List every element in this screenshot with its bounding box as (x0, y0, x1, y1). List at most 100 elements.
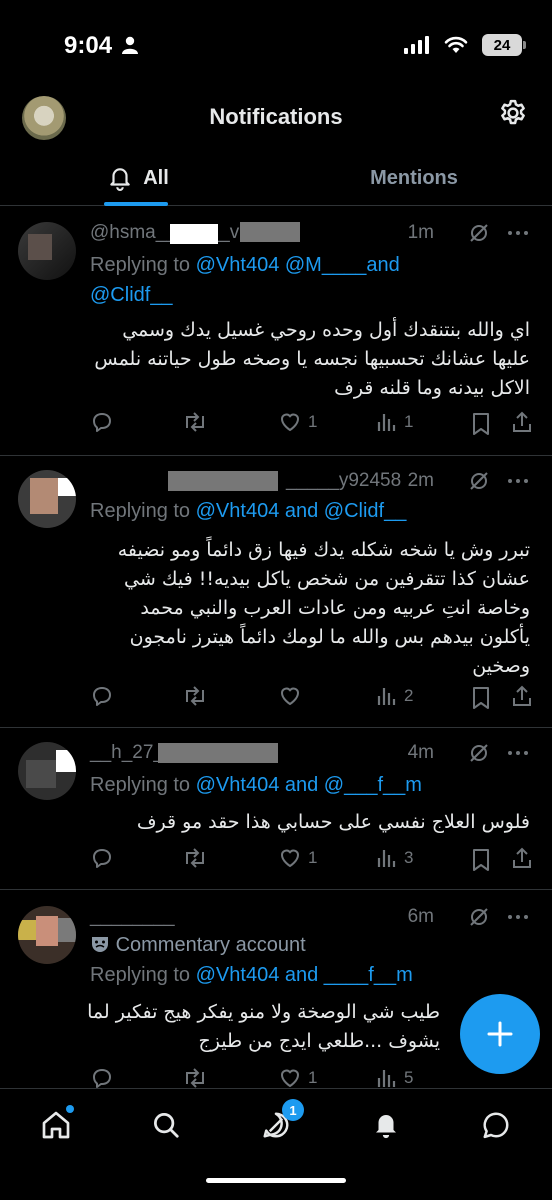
views-count: 5 (404, 1068, 414, 1087)
retweet-button[interactable] (182, 684, 208, 708)
notification-item[interactable]: __h_27_______1153 4m Replying to @Vht404… (0, 728, 552, 890)
views-button[interactable]: 2 (374, 684, 413, 708)
redaction (158, 743, 278, 763)
author-name[interactable]: _____y92458 (286, 470, 401, 492)
tab-bar: All Mentions (0, 150, 552, 206)
heart-icon (280, 1069, 300, 1088)
retweet-button[interactable] (182, 1066, 208, 1090)
mute-icon[interactable] (468, 906, 490, 928)
action-bar: 1 1 (86, 410, 534, 438)
nav-search[interactable] (146, 1105, 186, 1145)
reply-handles[interactable]: @Vht404 @M____and (196, 254, 400, 276)
mute-icon[interactable] (468, 742, 490, 764)
post-text: اي والله بنتنقدك أول وحده روحي غسيل يدك … (94, 319, 530, 399)
views-count: 3 (404, 848, 414, 867)
like-count: 1 (308, 1068, 318, 1087)
notification-item[interactable]: _____y92458 2m Replying to @Vht404 and @… (0, 456, 552, 728)
bar-chart-icon (377, 414, 396, 431)
action-bar: 2 (86, 684, 534, 712)
retweet-icon (186, 1068, 204, 1088)
post-time[interactable]: 4m (408, 742, 434, 764)
reply-context: Replying to @Vht404 and @___f__m (90, 774, 422, 797)
like-count: 1 (308, 848, 318, 867)
reply-button[interactable] (90, 1066, 114, 1090)
avatar[interactable] (18, 470, 76, 528)
reply-handle[interactable]: @Clidf__ (90, 284, 173, 306)
bookmark-icon[interactable] (470, 686, 492, 710)
reply-context-line2: @Clidf__ (90, 284, 173, 307)
reply-prefix: Replying to (90, 254, 191, 276)
bookmark-icon[interactable] (470, 412, 492, 436)
compose-button[interactable] (460, 994, 540, 1074)
share-icon[interactable] (510, 684, 534, 708)
notification-item[interactable]: @hsma_______v92458 1m Replying to @Vht40… (0, 208, 552, 456)
nav-messages[interactable] (476, 1105, 516, 1145)
reply-icon (93, 1069, 111, 1088)
home-indicator (206, 1178, 346, 1183)
retweet-icon (186, 412, 204, 432)
author-name[interactable]: ________ (90, 906, 175, 928)
plus-icon (487, 1021, 513, 1047)
like-button[interactable]: 1 (278, 410, 317, 434)
avatar[interactable] (18, 742, 76, 800)
like-count: 1 (308, 412, 318, 431)
redaction (170, 224, 218, 244)
wifi-icon (444, 36, 468, 53)
mute-icon[interactable] (468, 470, 490, 492)
post-time[interactable]: 6m (408, 906, 434, 928)
page-title: Notifications (209, 104, 343, 129)
tab-mentions[interactable]: Mentions (276, 150, 552, 206)
reply-handles[interactable]: @Vht404 and @Clidf__ (196, 500, 407, 522)
reply-icon (93, 687, 111, 706)
post-text: تبرر وش يا شخه شكله يدك فيها زق دائماً و… (117, 539, 530, 677)
like-button[interactable]: 1 (278, 1066, 317, 1090)
reply-icon (93, 413, 111, 432)
gear-icon[interactable] (498, 98, 528, 128)
views-button[interactable]: 1 (374, 410, 413, 434)
heart-icon (280, 687, 300, 706)
bell-filled-icon (376, 1115, 396, 1139)
retweet-button[interactable] (182, 846, 208, 870)
nav-spaces[interactable]: 1 (256, 1099, 304, 1145)
reply-context: Replying to @Vht404 and @Clidf__ (90, 500, 406, 523)
mute-icon[interactable] (468, 222, 490, 244)
bar-chart-icon (377, 688, 396, 705)
like-button[interactable]: 1 (278, 846, 317, 870)
theater-mask-icon (92, 937, 108, 952)
more-icon[interactable] (506, 906, 530, 928)
nav-home[interactable] (36, 1105, 76, 1145)
home-notification-dot (66, 1105, 74, 1113)
reply-prefix: Replying to (90, 500, 191, 522)
like-button[interactable] (278, 684, 308, 708)
battery-icon: 24 (482, 34, 526, 56)
more-icon[interactable] (506, 742, 530, 764)
person-icon (122, 36, 138, 54)
status-time: 9:04 (64, 32, 113, 59)
reply-icon (93, 849, 111, 868)
tab-all-label: All (143, 166, 169, 189)
tab-all[interactable]: All (0, 150, 276, 206)
share-icon[interactable] (510, 846, 534, 870)
retweet-button[interactable] (182, 410, 208, 434)
bottom-navigation: 1 (0, 1088, 552, 1200)
reply-handles[interactable]: @Vht404 and @___f__m (196, 774, 422, 796)
reply-prefix: Replying to (90, 964, 191, 986)
views-button[interactable]: 3 (374, 846, 413, 870)
reply-button[interactable] (90, 846, 114, 870)
views-count: 1 (404, 412, 414, 431)
reply-button[interactable] (90, 410, 114, 434)
post-time[interactable]: 2m (408, 470, 434, 492)
more-icon[interactable] (506, 470, 530, 492)
post-time[interactable]: 1m (408, 222, 434, 244)
views-button[interactable]: 5 (374, 1066, 413, 1090)
bookmark-icon[interactable] (470, 848, 492, 872)
retweet-icon (186, 686, 204, 706)
avatar[interactable] (18, 222, 76, 280)
more-icon[interactable] (506, 222, 530, 244)
share-icon[interactable] (510, 410, 534, 434)
nav-notifications[interactable] (366, 1105, 406, 1145)
reply-button[interactable] (90, 684, 114, 708)
avatar[interactable] (18, 906, 76, 964)
reply-context: Replying to @Vht404 @M____and (90, 254, 400, 277)
reply-handles[interactable]: @Vht404 and ____f__m (196, 964, 413, 986)
